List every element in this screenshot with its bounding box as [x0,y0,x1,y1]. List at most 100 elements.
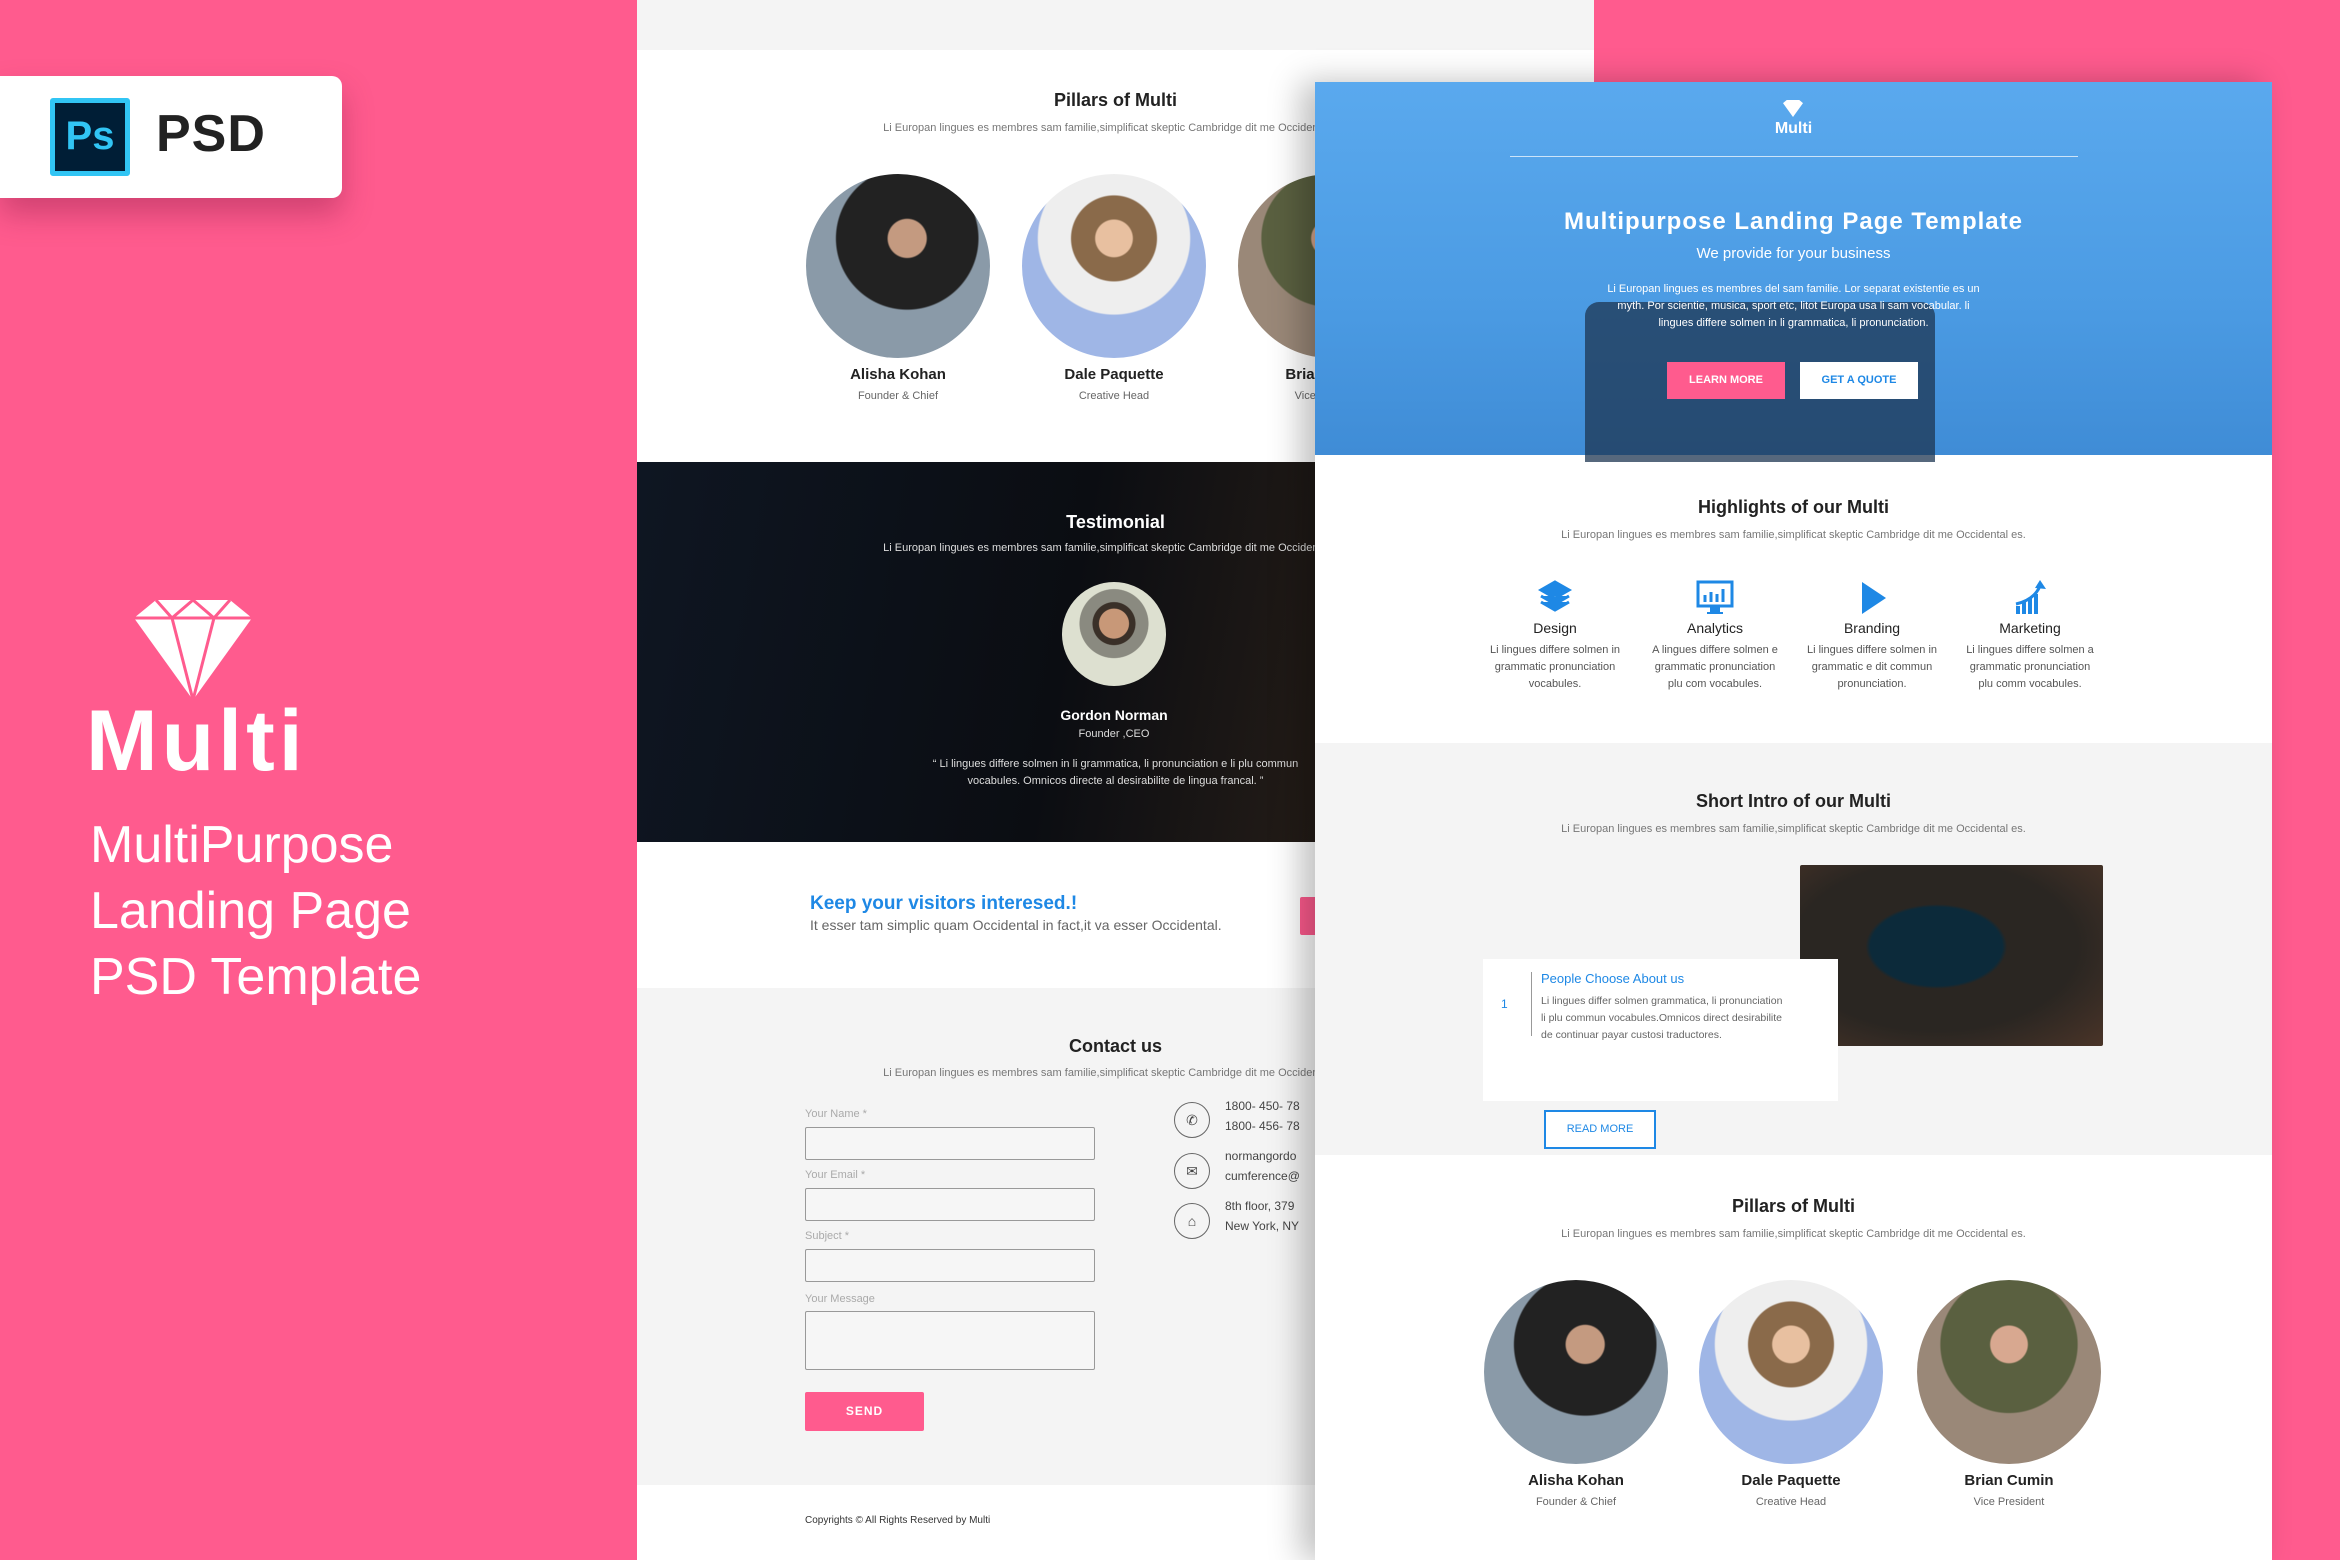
phone-2: 1800- 456- 78 [1225,1119,1300,1133]
avatar-gordon-norman [1062,582,1166,686]
email-input[interactable] [805,1188,1095,1221]
name-input[interactable] [805,1127,1095,1160]
highlights-subtitle: Li Europan lingues es membres sam famili… [1561,529,2026,541]
intro-title: Short Intro of our Multi [1696,791,1891,811]
subject-input[interactable] [805,1249,1095,1282]
highlight-name: Analytics [1686,620,1744,636]
card-text-line: li plu commun vocabules.Omnicos direct d… [1541,1012,1783,1024]
name-label: Your Name * [805,1108,867,1120]
get-quote-button[interactable]: GET A QUOTE [1800,362,1918,399]
pillars-subtitle: Li Europan lingues es membres sam famili… [1561,1228,2026,1240]
highlight-name: Marketing [1999,620,2061,636]
person-role: Founder & Chief [857,390,939,402]
address-1: 8th floor, 379 [1225,1199,1295,1213]
layers-icon [1537,580,1573,612]
highlight-description: Li lingues differe solmen in grammatic pr… [1480,642,1630,693]
pillars-title: Pillars of Multi [1731,1196,1855,1216]
home-icon: ⌂ [1174,1203,1210,1239]
card-text: Li lingues differ solmen grammatica, li … [1541,993,1782,1044]
highlight-description-line: Li lingues differe solmen in [1489,644,1621,656]
avatar-dale-paquette [1699,1280,1883,1464]
learn-more-button[interactable]: LEARN MORE [1667,362,1785,399]
testimonial-role: Founder ,CEO [1078,728,1150,740]
card-number: 1 [1501,997,1508,1011]
testimonial-name: Gordon Norman [1060,707,1168,723]
tagline-line: Landing Page [90,882,411,940]
top-strip [637,0,1594,50]
highlight-description-line: pronunciation. [1837,678,1907,690]
hero-title: Multipurpose Landing Page Template [1564,208,2023,235]
email-label: Your Email * [805,1169,866,1181]
person-name: Brian Cumin [1964,1472,2054,1489]
message-label: Your Message [805,1293,875,1305]
person-name: Alisha Kohan [1528,1472,1624,1489]
address-2: New York, NY [1225,1219,1300,1233]
avatar-alisha-kohan [806,174,990,358]
card-text-line: de continuar payar custosi traductores. [1541,1029,1722,1041]
send-button[interactable]: SEND [805,1392,924,1431]
avatar-brian-cumin [1917,1280,2101,1464]
email-1: normangordo [1225,1149,1297,1163]
highlight-description-line: grammatic pronunciation [1494,661,1616,673]
growth-chart-icon [2015,580,2046,614]
avatar-dale-paquette [1022,174,1206,358]
intro-card: 1 People Choose About us Li lingues diff… [1483,959,1838,1101]
highlight-description-line: plu com vocabules. [1667,678,1763,690]
hero-paragraph: Li Europan lingues es membres del sam fa… [1607,283,1980,295]
highlight-description: A lingues differe solmen e grammatic pron… [1640,642,1790,693]
diamond-logo-icon [1783,100,1803,117]
avatar-alisha-kohan [1484,1280,1668,1464]
cta-text: It esser tam simplic quam Occidental in … [810,917,1222,933]
hero-divider [1510,156,2078,157]
hero-paragraph: myth. Por scientie, musica, sport etc, l… [1617,300,1970,312]
highlights-title: Highlights of our Multi [1698,497,1889,517]
hero-paragraph: lingues differe solmen in li grammatica,… [1658,317,1929,329]
highlight-description-line: Li lingues differe solmen a [1966,644,2094,656]
highlight-description-line: grammatic e dit commun [1811,661,1933,673]
card-text-line: Li lingues differ solmen grammatica, li … [1541,995,1783,1007]
phone-icon: ✆ [1174,1102,1210,1138]
highlight-description-line: plu comm vocabules. [1978,678,2082,690]
footer-copyright: Copyrights © All Rights Reserved by Mult… [805,1515,991,1526]
card-divider [1531,972,1532,1036]
phone-1: 1800- 450- 78 [1225,1099,1300,1113]
envelope-icon: ✉ [1174,1153,1210,1189]
diamond-logo-icon [134,600,252,700]
laptop-photo [1800,865,2103,1046]
email-2: cumference@ [1225,1169,1300,1183]
hero-subtitle: We provide for your business [1696,245,1891,262]
play-icon [1862,582,1886,614]
tagline-line: PSD Template [90,948,422,1006]
person-role: Creative Head [1755,1496,1827,1508]
analytics-monitor-icon [1696,580,1734,614]
person-role: Founder & Chief [1535,1496,1617,1508]
photoshop-icon: Ps [50,98,130,176]
psd-label: PSD [156,105,266,163]
read-more-button[interactable]: READ MORE [1544,1110,1656,1149]
highlight-description-line: vocabules. [1528,678,1582,690]
person-name: Alisha Kohan [850,366,946,383]
card-title: People Choose About us [1541,971,1685,986]
message-textarea[interactable] [805,1311,1095,1370]
tagline-line: MultiPurpose [90,816,394,874]
highlight-name: Design [1533,620,1577,636]
intro-subtitle: Li Europan lingues es membres sam famili… [1561,823,2026,835]
front-page-preview: Multi Multipurpose Landing Page Template… [1315,82,2272,1560]
hero-section: Multi Multipurpose Landing Page Template… [1315,82,2272,462]
highlight-description: Li lingues differe solmen a grammatic pro… [1955,642,2105,693]
person-name: Dale Paquette [1741,1472,1841,1489]
person-role: Creative Head [1078,390,1150,402]
highlight-description-line: A lingues differe solmen e [1652,644,1778,656]
person-role: Vice President [1973,1496,2045,1508]
highlight-description-line: grammatic pronunciation [1654,661,1776,673]
brand-name: Multi [86,693,307,789]
intro-section: Short Intro of our Multi Li Europan ling… [1315,743,2272,1155]
highlight-description-line: grammatic pronunciation [1969,661,2091,673]
cta-title: Keep your visitors interesed.! [810,893,1078,914]
subject-label: Subject * [805,1230,850,1242]
hero-logo-text: Multi [1774,120,1813,137]
highlight-description-line: Li lingues differe solmen in [1806,644,1938,656]
person-name: Dale Paquette [1064,366,1164,383]
psd-badge: Ps PSD [0,76,342,198]
highlight-name: Branding [1843,620,1901,636]
